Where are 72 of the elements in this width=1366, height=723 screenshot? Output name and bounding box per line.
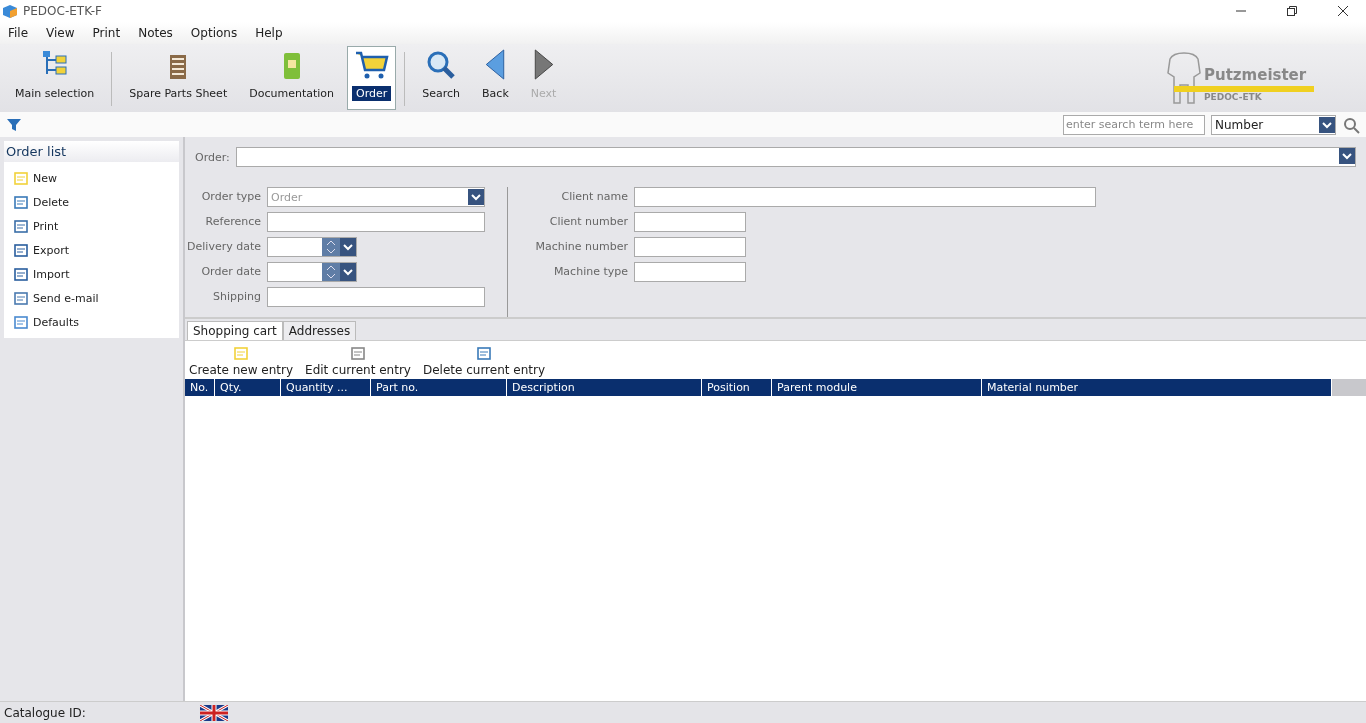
search-settings-icon[interactable] <box>1342 115 1360 134</box>
sidebar-item[interactable]: Import <box>33 267 70 281</box>
search-mode-dropdown[interactable]: Number <box>1211 114 1336 135</box>
menu-item[interactable]: View <box>46 26 75 40</box>
tab[interactable]: Shopping cart <box>187 321 283 340</box>
right-triangle-icon <box>532 49 555 80</box>
sidebar-item[interactable]: Delete <box>33 195 70 209</box>
input-field[interactable] <box>634 212 746 232</box>
input-field[interactable] <box>634 262 746 282</box>
sidebar-item[interactable]: Print <box>33 219 59 233</box>
column-header[interactable]: Part no. <box>371 379 507 396</box>
toolbar-button[interactable]: Main selection <box>6 46 104 110</box>
search-field[interactable]: enter search term here <box>1063 114 1205 135</box>
sidebar-item[interactable]: Send e-mail <box>33 291 99 305</box>
action-button[interactable]: Edit current entry <box>305 345 411 377</box>
left-triangle-icon <box>484 49 507 80</box>
input-field[interactable] <box>267 212 485 232</box>
field-label: Machine type <box>552 264 628 280</box>
field-label: Machine number <box>534 239 628 255</box>
field-label: Delivery date <box>186 239 261 255</box>
date-field[interactable] <box>267 237 357 257</box>
field-label: Order date <box>200 264 261 280</box>
restore-icon[interactable] <box>1287 6 1297 16</box>
date-field[interactable] <box>267 262 357 282</box>
sidebar-item[interactable]: Export <box>33 243 69 257</box>
input-field[interactable] <box>267 287 485 307</box>
notepad-icon <box>350 345 366 361</box>
menu-item[interactable]: Print <box>92 26 121 40</box>
field-label: Client number <box>548 214 628 230</box>
field-label: Shipping <box>212 289 261 305</box>
toolbar-button[interactable]: Order <box>347 46 397 110</box>
input-field[interactable] <box>634 237 746 257</box>
menu-item[interactable]: Notes <box>138 26 173 40</box>
tab[interactable]: Addresses <box>282 321 357 340</box>
action-button[interactable]: Create new entry <box>189 345 294 377</box>
notepad-icon <box>13 170 29 186</box>
notepad-icon <box>233 345 249 361</box>
input-field[interactable] <box>634 187 1096 207</box>
filter-icon[interactable] <box>6 116 22 133</box>
toolbar-button[interactable]: Back <box>473 46 518 110</box>
sidebar-item[interactable]: Defaults <box>33 315 79 329</box>
column-header[interactable]: Position <box>702 379 772 396</box>
field-label: Reference <box>204 214 261 230</box>
sidebar-item[interactable]: New <box>33 171 57 185</box>
menu-item[interactable]: Help <box>255 26 283 40</box>
app-logo-icon <box>2 4 18 18</box>
brand-name: Putzmeister <box>1204 66 1307 84</box>
status-text: Catalogue ID: <box>4 705 87 720</box>
order-dropdown[interactable] <box>235 147 1356 167</box>
toolbar-button[interactable]: Search <box>413 46 470 110</box>
field-label: Order type <box>200 189 261 205</box>
column-header[interactable]: Material number <box>982 379 1332 396</box>
parts-sheet-icon <box>168 54 189 80</box>
column-header[interactable]: Qty. <box>215 379 281 396</box>
book-icon <box>281 52 302 80</box>
field-label: Client name <box>560 189 628 205</box>
menu-item[interactable]: Options <box>190 26 238 40</box>
column-header[interactable]: Quantity ... <box>281 379 371 396</box>
action-button[interactable]: Delete current entry <box>422 345 545 377</box>
product-name: PEDOC-ETK <box>1204 92 1262 102</box>
flag-icon <box>200 704 228 721</box>
field-label: Order: <box>195 150 230 164</box>
toolbar-button[interactable]: Documentation <box>240 46 343 110</box>
menu-item[interactable]: File <box>8 26 29 40</box>
close-icon[interactable] <box>1338 6 1348 16</box>
column-header[interactable]: Parent module <box>772 379 982 396</box>
sidebar-header: Order list <box>4 141 179 162</box>
cart-icon <box>354 50 389 80</box>
window-title: PEDOC-ETK-F <box>23 4 103 18</box>
column-header[interactable]: Description <box>507 379 702 396</box>
column-header[interactable]: No. <box>185 379 215 396</box>
toolbar-button[interactable]: Spare Parts Sheet <box>120 46 237 110</box>
